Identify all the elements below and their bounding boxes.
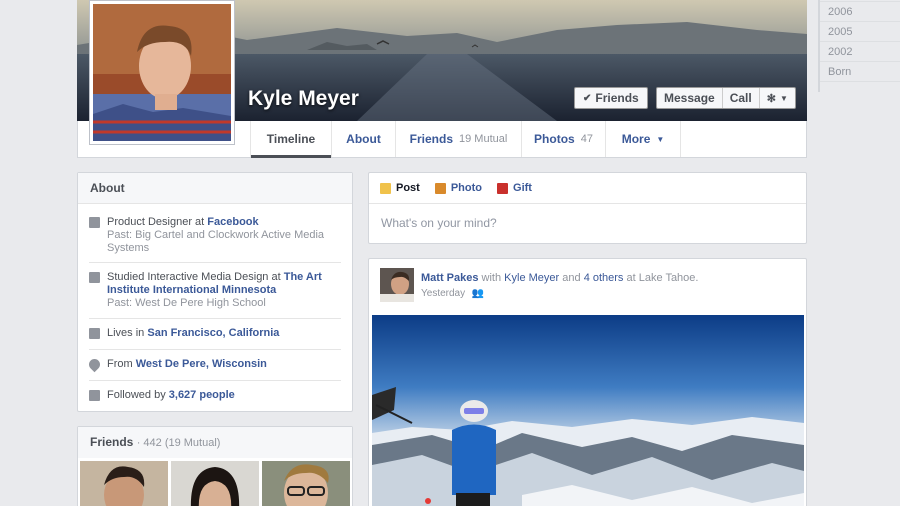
tab-photos[interactable]: Photos 47 bbox=[521, 121, 605, 157]
about-work-text: Product Designer at bbox=[107, 216, 208, 228]
divider bbox=[89, 380, 341, 381]
briefcase-icon bbox=[89, 217, 100, 228]
tab-more-label: More bbox=[621, 132, 651, 146]
about-followed-link[interactable]: 3,627 people bbox=[169, 389, 235, 401]
tab-timeline[interactable]: Timeline bbox=[250, 121, 331, 158]
chevron-down-icon: ▼ bbox=[779, 93, 788, 103]
post-photo[interactable] bbox=[372, 315, 804, 506]
friends-card-title[interactable]: Friends bbox=[90, 435, 133, 449]
post-location-text: at Lake Tahoe. bbox=[626, 272, 699, 284]
composer: Post Photo Gift What's on your mind? bbox=[368, 172, 807, 244]
composer-tab-post[interactable]: Post bbox=[380, 182, 420, 194]
tab-friends-label: Friends bbox=[409, 132, 454, 146]
year-item-2006[interactable]: 2006 bbox=[820, 2, 900, 22]
profile-name: Kyle Meyer bbox=[248, 87, 359, 110]
friend-thumbnail[interactable] bbox=[262, 461, 350, 506]
about-from-link[interactable]: West De Pere, Wisconsin bbox=[136, 358, 267, 370]
about-card: About Product Designer at Facebook Past:… bbox=[77, 172, 353, 412]
profile-photo bbox=[93, 4, 231, 141]
year-item-2002[interactable]: 2002 bbox=[820, 42, 900, 62]
about-education: Studied Interactive Media Design at The … bbox=[89, 271, 341, 310]
friend-thumbnail[interactable] bbox=[80, 461, 168, 506]
tab-about[interactable]: About bbox=[331, 121, 395, 157]
tab-about-label: About bbox=[346, 132, 381, 146]
friends-card: Friends · 442 (19 Mutual) bbox=[77, 426, 353, 506]
tab-more[interactable]: More ▼ bbox=[605, 121, 681, 157]
call-button[interactable]: Call bbox=[723, 88, 760, 108]
composer-tab-post-label: Post bbox=[396, 182, 420, 194]
avatar-photo bbox=[380, 268, 414, 302]
friends-card-header: Friends · 442 (19 Mutual) bbox=[78, 427, 352, 458]
camera-icon bbox=[434, 182, 446, 194]
post-headline: Matt Pakes with Kyle Meyer and 4 others … bbox=[421, 272, 698, 284]
post-others-link[interactable]: 4 others bbox=[584, 272, 624, 284]
year-item-2005[interactable]: 2005 bbox=[820, 22, 900, 42]
profile-page: Kyle Meyer ✔ Friends Message Call ✻ ▼ Ti… bbox=[0, 0, 900, 506]
about-from-text: From bbox=[107, 358, 136, 370]
friend-thumbnail[interactable] bbox=[171, 461, 259, 506]
check-icon: ✔ bbox=[583, 92, 592, 104]
friends-audience-icon[interactable]: 👥 bbox=[472, 288, 484, 299]
tab-photos-count: 47 bbox=[580, 133, 593, 145]
graduation-cap-icon bbox=[89, 272, 100, 283]
friends-button-label: Friends bbox=[595, 91, 639, 105]
about-followed: Followed by 3,627 people bbox=[89, 389, 341, 402]
post-meta: Yesterday 👥 bbox=[421, 288, 484, 299]
location-pin-icon bbox=[86, 356, 103, 373]
post-icon bbox=[380, 182, 391, 194]
about-lives-text: Lives in bbox=[107, 327, 148, 339]
chevron-down-icon: ▼ bbox=[656, 134, 665, 144]
composer-tab-gift[interactable]: Gift bbox=[497, 182, 532, 194]
about-education-text: Studied Interactive Media Design at bbox=[107, 271, 284, 283]
composer-tab-photo[interactable]: Photo bbox=[434, 182, 483, 194]
tab-photos-label: Photos bbox=[534, 132, 575, 146]
post-with-text: with bbox=[481, 272, 502, 284]
tab-friends[interactable]: Friends 19 Mutual bbox=[395, 121, 521, 157]
gear-icon: ✻ bbox=[766, 92, 776, 105]
composer-tabs: Post Photo Gift bbox=[369, 173, 806, 204]
house-icon bbox=[89, 328, 100, 339]
post-timestamp[interactable]: Yesterday bbox=[421, 288, 465, 299]
message-button[interactable]: Message bbox=[657, 88, 723, 108]
tab-timeline-label: Timeline bbox=[266, 132, 316, 146]
friend-photo bbox=[80, 461, 168, 506]
about-title[interactable]: About bbox=[78, 173, 352, 204]
tab-friends-count: 19 Mutual bbox=[459, 133, 508, 145]
about-work-past: Past: Big Cartel and Clockwork Active Me… bbox=[107, 229, 325, 254]
about-work-link[interactable]: Facebook bbox=[207, 216, 258, 228]
profile-picture[interactable] bbox=[89, 0, 235, 145]
about-lives-link[interactable]: San Francisco, California bbox=[147, 327, 279, 339]
friends-button[interactable]: ✔ Friends bbox=[574, 87, 648, 109]
divider bbox=[89, 349, 341, 350]
feed-post: Matt Pakes with Kyle Meyer and 4 others … bbox=[368, 258, 807, 506]
about-followed-text: Followed by bbox=[107, 389, 169, 401]
friend-photo bbox=[262, 461, 350, 506]
friend-photo bbox=[171, 461, 259, 506]
post-photo-image bbox=[372, 315, 804, 506]
gift-icon bbox=[497, 182, 509, 194]
action-buttons: Message Call ✻ ▼ bbox=[656, 87, 796, 109]
divider bbox=[89, 318, 341, 319]
friends-button-wrap: ✔ Friends bbox=[574, 87, 648, 109]
composer-tab-gift-label: Gift bbox=[513, 182, 532, 194]
rss-icon bbox=[89, 390, 100, 401]
post-author-link[interactable]: Matt Pakes bbox=[421, 272, 478, 284]
year-scrubber: 2007 2006 2005 2002 Born bbox=[818, 0, 900, 92]
about-education-past: Past: West De Pere High School bbox=[107, 297, 266, 309]
composer-tab-photo-label: Photo bbox=[450, 182, 483, 194]
post-tagged-link[interactable]: Kyle Meyer bbox=[504, 272, 559, 284]
status-input[interactable]: What's on your mind? bbox=[369, 204, 806, 242]
friends-card-count: · 442 (19 Mutual) bbox=[136, 437, 221, 449]
settings-button[interactable]: ✻ ▼ bbox=[760, 88, 795, 108]
avatar[interactable] bbox=[380, 268, 414, 302]
about-work: Product Designer at Facebook Past: Big C… bbox=[89, 216, 341, 255]
year-item-born[interactable]: Born bbox=[820, 62, 900, 82]
about-lives: Lives in San Francisco, California bbox=[89, 327, 341, 340]
divider bbox=[89, 262, 341, 263]
post-and-text: and bbox=[562, 272, 581, 284]
about-from: From West De Pere, Wisconsin bbox=[86, 356, 341, 373]
